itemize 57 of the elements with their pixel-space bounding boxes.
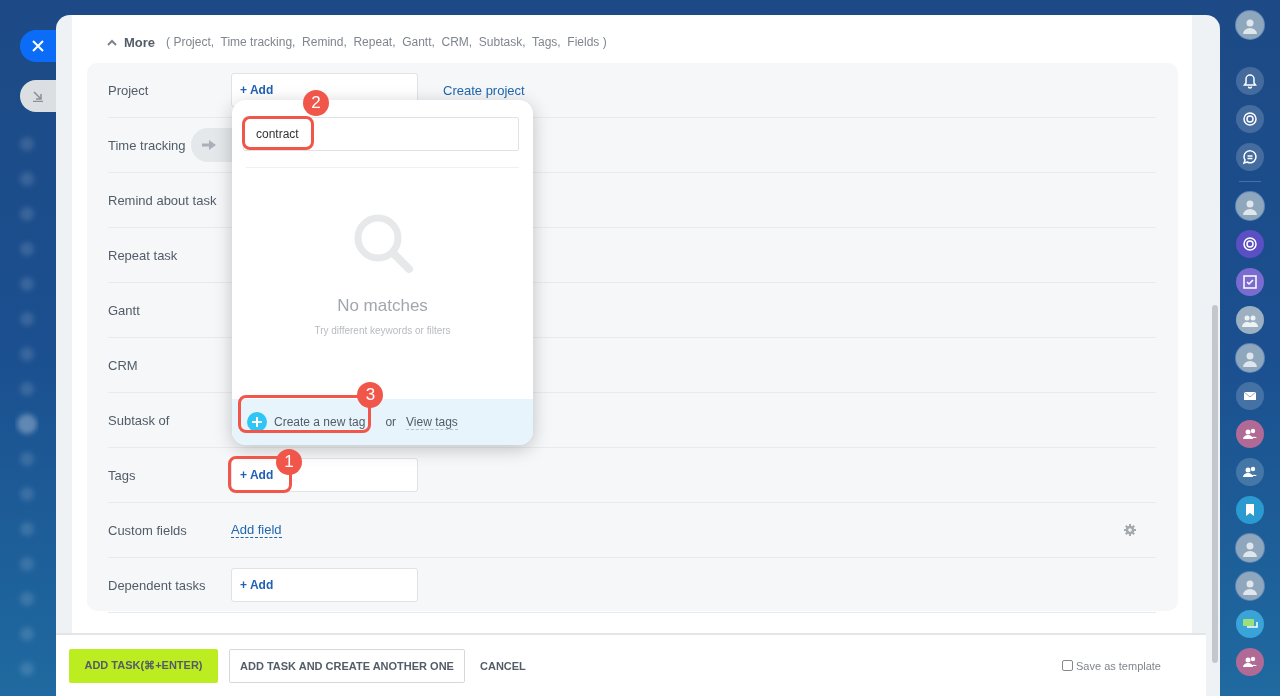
- plus-icon: [247, 412, 267, 432]
- create-tag-button[interactable]: Create a new tag: [247, 412, 366, 432]
- sidebar-button[interactable]: [1236, 572, 1264, 600]
- scrollbar[interactable]: [1212, 305, 1218, 663]
- field-label: Gantt: [108, 302, 141, 318]
- sidebar-button[interactable]: [1236, 458, 1264, 486]
- cancel-button[interactable]: CANCEL: [476, 648, 530, 683]
- checkbox[interactable]: [1062, 660, 1073, 671]
- field-label: CRM: [108, 357, 139, 373]
- minimize-button[interactable]: [20, 80, 56, 112]
- empty-state-title: No matches: [337, 296, 428, 316]
- section-summary: ( Project, Time tracking, Remind, Repeat, Gantt, CRM, Subtask, Tags, Fields ): [166, 35, 607, 49]
- sidebar-button[interactable]: [1236, 534, 1264, 562]
- field-label: Project: [108, 82, 150, 98]
- tag-search-field[interactable]: contract: [243, 117, 519, 151]
- callout-number: 3: [357, 382, 384, 408]
- sidebar-button[interactable]: [1236, 268, 1264, 296]
- sidebar-button[interactable]: [1236, 648, 1264, 676]
- sidebar-button[interactable]: [1236, 382, 1264, 410]
- create-project-link[interactable]: Create project: [443, 82, 525, 98]
- field-label: Subtask of: [108, 412, 171, 428]
- field-label: Repeat task: [108, 247, 179, 263]
- sidebar-button[interactable]: [1236, 105, 1264, 133]
- sidebar-button[interactable]: [1236, 344, 1264, 372]
- bell-icon: [1241, 72, 1259, 90]
- close-icon: [32, 40, 44, 52]
- empty-state-hint: Try different keywords or filters: [314, 325, 451, 336]
- arrow-right-icon: [200, 139, 217, 151]
- field-label: Remind about task: [108, 192, 218, 208]
- add-field-link[interactable]: Add field: [231, 522, 282, 538]
- view-tags-link[interactable]: View tags: [406, 414, 458, 430]
- sidebar-button[interactable]: [1236, 192, 1264, 220]
- sidebar-button[interactable]: [1236, 496, 1264, 524]
- sidebar-button[interactable]: [1236, 420, 1264, 448]
- chat-icon: [1241, 148, 1259, 166]
- checkbox-icon: [1241, 273, 1259, 291]
- checkbox-label: Save as template: [1076, 659, 1161, 672]
- field-label: Custom fields: [108, 522, 188, 538]
- section-title[interactable]: More: [124, 34, 156, 50]
- sidebar-button[interactable]: [1236, 143, 1264, 171]
- separator-text: or: [385, 415, 397, 429]
- field-label: Dependent tasks: [108, 577, 207, 593]
- collapse-icon: [32, 90, 44, 102]
- sidebar-button[interactable]: [1236, 306, 1264, 334]
- add-button[interactable]: + Add: [231, 568, 418, 602]
- close-button[interactable]: [20, 30, 56, 62]
- field-label: Tags: [108, 467, 137, 483]
- sidebar-button[interactable]: [1236, 67, 1264, 95]
- sidebar-button[interactable]: [1236, 11, 1264, 39]
- sidebar-button[interactable]: [1236, 610, 1264, 638]
- add-task-button[interactable]: ADD TASK(⌘+ENTER): [69, 648, 218, 683]
- add-another-button[interactable]: ADD TASK AND CREATE ANOTHER ONE: [229, 648, 465, 683]
- field-label: Time tracking: [108, 137, 186, 153]
- callout-number: 1: [276, 449, 302, 475]
- sidebar-button[interactable]: [1236, 230, 1264, 258]
- callout-number: 2: [303, 90, 329, 116]
- callout-outline: [242, 116, 314, 150]
